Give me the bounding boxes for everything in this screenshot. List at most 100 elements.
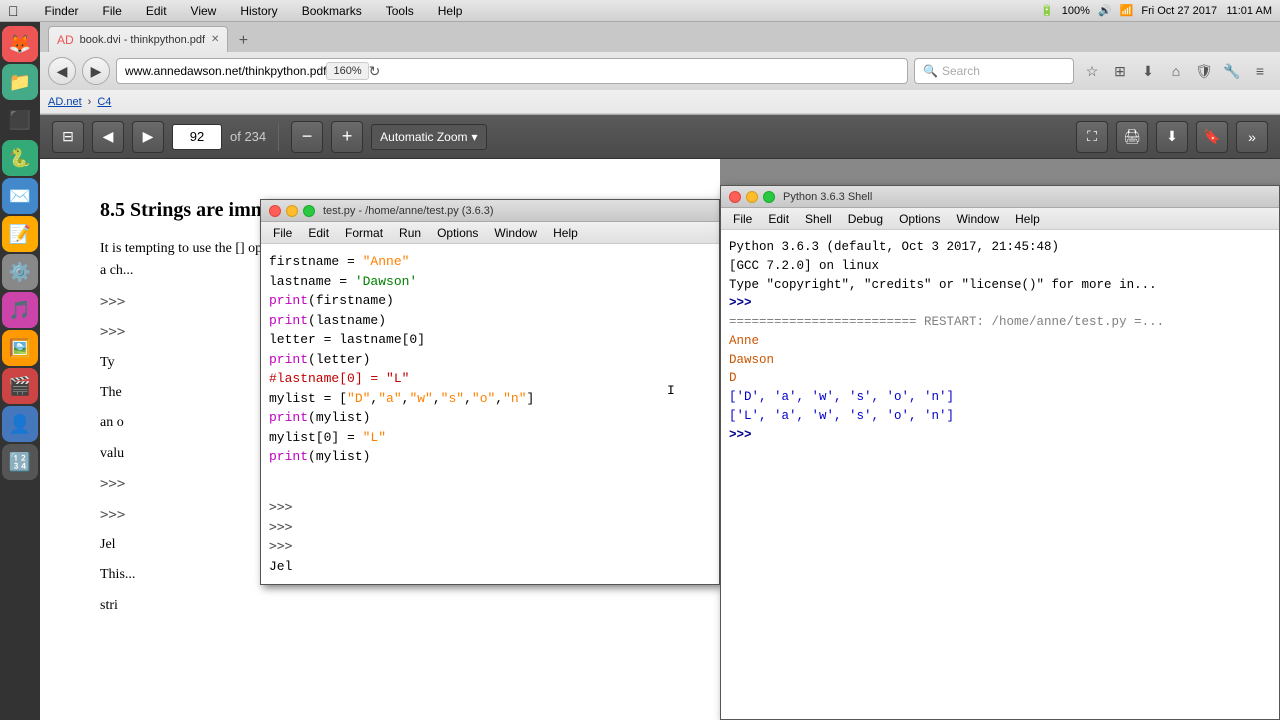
minimize-window-button[interactable] [286, 205, 298, 217]
sidebar-contacts[interactable]: 👤 [2, 406, 38, 442]
idle-menu-edit[interactable]: Edit [300, 224, 337, 242]
shell-menu-debug[interactable]: Debug [840, 210, 891, 228]
code-line-prompt3: >>> [269, 537, 711, 557]
shell-minimize-button[interactable] [746, 191, 758, 203]
code-line-4: print(lastname) [269, 311, 711, 331]
puzzle-button[interactable]: 🔧 [1220, 59, 1244, 83]
idle-menu-file[interactable]: File [265, 224, 300, 242]
zoom-label: Automatic Zoom [380, 130, 467, 144]
menu-bookmarks[interactable]: Bookmarks [296, 2, 368, 20]
pdf-page-total: of 234 [230, 129, 266, 144]
shell-menu-window[interactable]: Window [948, 210, 1007, 228]
tab-close-button[interactable]: ✕ [211, 34, 219, 45]
shell-output-list2: ['L', 'a', 'w', 's', 'o', 'n'] [729, 407, 1271, 426]
pdf-stri: stri [100, 595, 660, 617]
sidebar-firefox[interactable]: 🦊 [2, 26, 38, 62]
menu-history[interactable]: History [234, 2, 283, 20]
sidebar-files[interactable]: 📁 [2, 64, 38, 100]
idle-editor-title: test.py - /home/anne/test.py (3.6.3) [323, 205, 494, 217]
idle-code-area[interactable]: firstname = "Anne" lastname = 'Dawson' p… [261, 244, 719, 584]
browser-tab-active[interactable]: AD book.dvi - thinkpython.pdf ✕ [48, 26, 228, 52]
apple-menu[interactable]:  [8, 3, 19, 19]
sidebar-mail[interactable]: ✉️ [2, 178, 38, 214]
idle-menu-format[interactable]: Format [337, 224, 391, 242]
idle-menu-run[interactable]: Run [391, 224, 429, 242]
tab-title: book.dvi - thinkpython.pdf [80, 34, 205, 46]
close-window-button[interactable] [269, 205, 281, 217]
idle-menu-options[interactable]: Options [429, 224, 486, 242]
back-button[interactable]: ◀ [48, 57, 76, 85]
download-button[interactable]: ⬇ [1136, 59, 1160, 83]
maximize-window-button[interactable] [303, 205, 315, 217]
volume-icon: 🔊 [1098, 4, 1112, 17]
shield-button[interactable]: 🛡 [1192, 59, 1216, 83]
sidebar-settings[interactable]: ⚙️ [2, 254, 38, 290]
new-tab-button[interactable]: + [232, 30, 254, 52]
search-placeholder: Search [942, 64, 980, 78]
menu-file[interactable]: File [97, 2, 128, 20]
pdf-toolbar: ⊟ ◀ ▶ of 234 − + Automatic Zoom ▾ ⛶ 🖨 ⬇ … [40, 115, 1280, 159]
pdf-separator [278, 123, 279, 151]
menu-finder[interactable]: Finder [39, 2, 85, 20]
pdf-download-button[interactable]: ⬇ [1156, 121, 1188, 153]
shell-menu-options[interactable]: Options [891, 210, 948, 228]
shell-close-button[interactable] [729, 191, 741, 203]
traffic-lights [269, 205, 315, 217]
pdf-next-page[interactable]: ▶ [132, 121, 164, 153]
pdf-fullscreen-button[interactable]: ⛶ [1076, 121, 1108, 153]
tab-bar: AD book.dvi - thinkpython.pdf ✕ + [40, 22, 1280, 52]
left-sidebar: 🦊 📁 ⬛ 🐍 ✉️ 📝 ⚙️ 🎵 🖼️ 🎬 👤 🔢 [0, 22, 40, 720]
sidebar-music[interactable]: 🎵 [2, 292, 38, 328]
zoom-badge: 160% [326, 62, 368, 80]
shell-banner-2: [GCC 7.2.0] on linux [729, 257, 1271, 276]
refresh-button[interactable]: ↻ [369, 63, 381, 80]
sidebar-python[interactable]: 🐍 [2, 140, 38, 176]
idle-menu-window[interactable]: Window [486, 224, 545, 242]
menu-view[interactable]: View [185, 2, 223, 20]
pdf-zoom-in[interactable]: + [331, 121, 363, 153]
shell-menu-shell[interactable]: Shell [797, 210, 840, 228]
bookmark-star-button[interactable]: ☆ [1080, 59, 1104, 83]
pdf-bookmark-button[interactable]: 🔖 [1196, 121, 1228, 153]
idle-editor-window: test.py - /home/anne/test.py (3.6.3) Fil… [260, 199, 720, 585]
pdf-print-button[interactable]: 🖨 [1116, 121, 1148, 153]
menu-help[interactable]: Help [432, 2, 469, 20]
pdf-zoom-out[interactable]: − [291, 121, 323, 153]
shell-menu-edit[interactable]: Edit [760, 210, 797, 228]
forward-button[interactable]: ▶ [82, 57, 110, 85]
shell-traffic-lights [729, 191, 775, 203]
datetime-display: Fri Oct 27 2017 11:01 AM [1141, 5, 1272, 17]
shell-menu-file[interactable]: File [725, 210, 760, 228]
reader-view-button[interactable]: ⊞ [1108, 59, 1132, 83]
pdf-more-button[interactable]: » [1236, 121, 1268, 153]
battery-percent: 100% [1062, 5, 1090, 17]
url-bar[interactable]: www.annedawson.net/thinkpython.pdf 160% … [116, 58, 908, 84]
home-button[interactable]: ⌂ [1164, 59, 1188, 83]
sidebar-terminal[interactable]: ⬛ [2, 102, 38, 138]
shell-content[interactable]: Python 3.6.3 (default, Oct 3 2017, 21:45… [721, 230, 1279, 452]
idle-menu-help[interactable]: Help [545, 224, 586, 242]
pdf-zoom-selector[interactable]: Automatic Zoom ▾ [371, 124, 486, 150]
menu-tools[interactable]: Tools [380, 2, 420, 20]
sidebar-calculator[interactable]: 🔢 [2, 444, 38, 480]
shell-maximize-button[interactable] [763, 191, 775, 203]
idle-editor-titlebar: test.py - /home/anne/test.py (3.6.3) [261, 200, 719, 222]
breadcrumb-adnet[interactable]: AD.net [48, 96, 82, 108]
battery-indicator: 🔋 [1040, 4, 1054, 17]
shell-menu-help[interactable]: Help [1007, 210, 1048, 228]
shell-banner-3: Type "copyright", "credits" or "license(… [729, 276, 1271, 295]
pdf-prev-page[interactable]: ◀ [92, 121, 124, 153]
breadcrumb-section[interactable]: C4 [97, 96, 111, 108]
sidebar-video[interactable]: 🎬 [2, 368, 38, 404]
sidebar-photos[interactable]: 🖼️ [2, 330, 38, 366]
pdf-toolbar-right: ⛶ 🖨 ⬇ 🔖 » [1076, 121, 1268, 153]
menu-edit[interactable]: Edit [140, 2, 173, 20]
menu-hamburger-button[interactable]: ≡ [1248, 59, 1272, 83]
sidebar-notes[interactable]: 📝 [2, 216, 38, 252]
search-bar[interactable]: 🔍 Search [914, 58, 1074, 84]
pdf-page-input[interactable] [172, 124, 222, 150]
code-line-3: print(firstname) [269, 291, 711, 311]
shell-prompt-2: >>> [729, 426, 1271, 445]
idle-editor-menu: File Edit Format Run Options Window Help [261, 222, 719, 244]
pdf-sidebar-toggle[interactable]: ⊟ [52, 121, 84, 153]
